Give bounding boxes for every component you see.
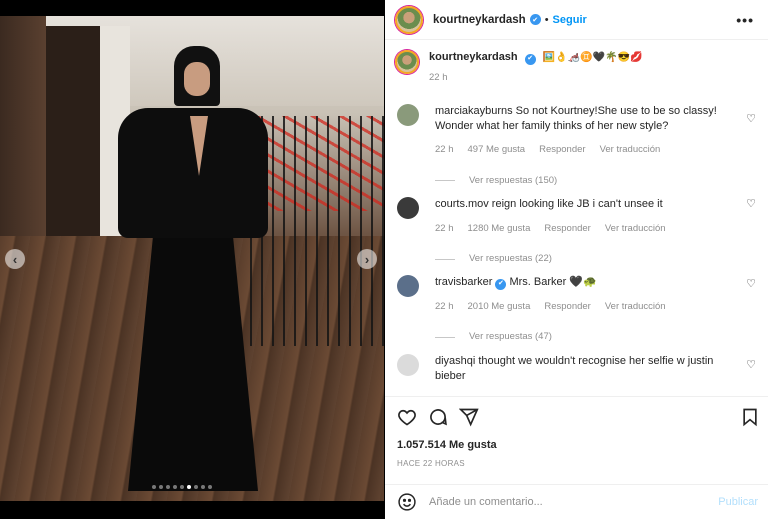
carousel-dot (180, 485, 184, 489)
comment-username[interactable]: travisbarker (435, 276, 492, 288)
post-side-panel: kourtneykardash ✔ • Seguir ••• kourtneyk… (385, 0, 768, 519)
comment-time: 22 h (435, 144, 454, 155)
verified-icon: ✔ (524, 53, 536, 65)
carousel-dot (166, 485, 170, 489)
comment-item: travisbarker ✔ Mrs. Barker 🖤🐢 22 h 2010 Me… (397, 275, 762, 345)
add-comment-bar: Publicar (385, 484, 768, 519)
caption-time: 22 h (429, 72, 448, 83)
comment-like-heart-icon[interactable]: ♡ (746, 277, 756, 290)
post-photo[interactable] (0, 16, 384, 501)
heart-icon[interactable] (397, 407, 417, 427)
carousel-next-button[interactable]: › (357, 249, 377, 269)
reply-button[interactable]: Responder (539, 143, 585, 158)
follow-button[interactable]: Seguir (553, 14, 587, 26)
likes-count[interactable]: 1.057.514 Me gusta (397, 439, 497, 451)
publish-button[interactable]: Publicar (718, 496, 758, 508)
comment-input[interactable] (429, 496, 699, 508)
comment-like-heart-icon[interactable]: ♡ (746, 197, 756, 210)
comment-username[interactable]: diyashqi (435, 355, 475, 367)
comment-text: reign looking like JB i can't unsee it (491, 198, 663, 210)
carousel-dot (194, 485, 198, 489)
more-options-button[interactable]: ••• (736, 12, 754, 28)
carousel-dots (152, 485, 212, 489)
comment-username[interactable]: courts.mov (435, 198, 489, 210)
bookmark-icon[interactable] (740, 407, 760, 427)
reply-button[interactable]: Responder (544, 222, 590, 237)
commenter-avatar[interactable] (397, 275, 419, 297)
view-replies-button[interactable]: Ver respuestas (150) (435, 174, 735, 189)
author-avatar[interactable] (395, 5, 423, 34)
commenter-avatar[interactable] (397, 104, 419, 126)
person-figure (108, 46, 268, 491)
post-actions-bar (385, 396, 768, 436)
comment-item: marciakayburns So not Kourtney!She use to… (397, 104, 762, 188)
comment-username[interactable]: marciakayburns (435, 105, 513, 117)
view-replies-button[interactable]: Ver respuestas (22) (435, 252, 735, 267)
comment-likes[interactable]: 1280 Me gusta (468, 222, 531, 237)
share-icon[interactable] (459, 407, 479, 427)
carousel-dot (152, 485, 156, 489)
carousel-dot (173, 485, 177, 489)
carousel-dot (201, 485, 205, 489)
carousel-dot (187, 485, 191, 489)
caption-avatar[interactable] (395, 50, 419, 74)
emoji-icon[interactable] (397, 492, 417, 512)
comment-item: diyashqi thought we wouldn't recognise he… (397, 354, 762, 383)
comment-icon[interactable] (428, 407, 448, 427)
commenter-avatar[interactable] (397, 197, 419, 219)
verified-icon: ✔ (529, 14, 541, 25)
view-replies-button[interactable]: Ver respuestas (47) (435, 330, 735, 345)
carousel-dot (159, 485, 163, 489)
comment-time: 22 h (435, 222, 454, 234)
translate-button[interactable]: Ver traducción (605, 222, 666, 237)
commenter-avatar[interactable] (397, 354, 419, 376)
comment-text: Mrs. Barker 🖤🐢 (509, 276, 597, 288)
comment-like-heart-icon[interactable]: ♡ (746, 112, 756, 125)
author-username[interactable]: kourtneykardash (433, 14, 526, 26)
caption-username[interactable]: kourtneykardash (429, 51, 518, 63)
reply-button[interactable]: Responder (544, 300, 590, 315)
comment-likes[interactable]: 2010 Me gusta (468, 300, 531, 315)
caption-emojis: 🖼️👌🦽♊🖤🌴😎💋 (542, 52, 643, 63)
translate-button[interactable]: Ver traducción (605, 300, 666, 315)
comment-like-heart-icon[interactable]: ♡ (746, 358, 756, 371)
comment-text: thought we wouldn't recognise her selfie… (435, 355, 714, 382)
translate-button[interactable]: Ver traducción (600, 143, 661, 158)
caption: kourtneykardash ✔ 🖼️👌🦽♊🖤🌴😎💋 22 h (395, 50, 642, 85)
comment-item: courts.mov reign looking like JB i can't … (397, 197, 762, 267)
chevron-right-icon: › (364, 251, 370, 267)
chevron-left-icon: ‹ (12, 251, 18, 267)
post-header: kourtneykardash ✔ • Seguir ••• (385, 0, 768, 40)
comment-time: 22 h (435, 300, 454, 312)
separator-dot: • (544, 13, 549, 26)
post-timestamp: HACE 22 HORAS (397, 459, 465, 468)
carousel-dot (208, 485, 212, 489)
comments-list[interactable]: kourtneykardash ✔ 🖼️👌🦽♊🖤🌴😎💋 22 h marciak… (385, 44, 768, 394)
carousel-prev-button[interactable]: ‹ (5, 249, 25, 269)
comment-likes[interactable]: 497 Me gusta (468, 143, 526, 158)
verified-icon: ✔ (495, 278, 507, 290)
